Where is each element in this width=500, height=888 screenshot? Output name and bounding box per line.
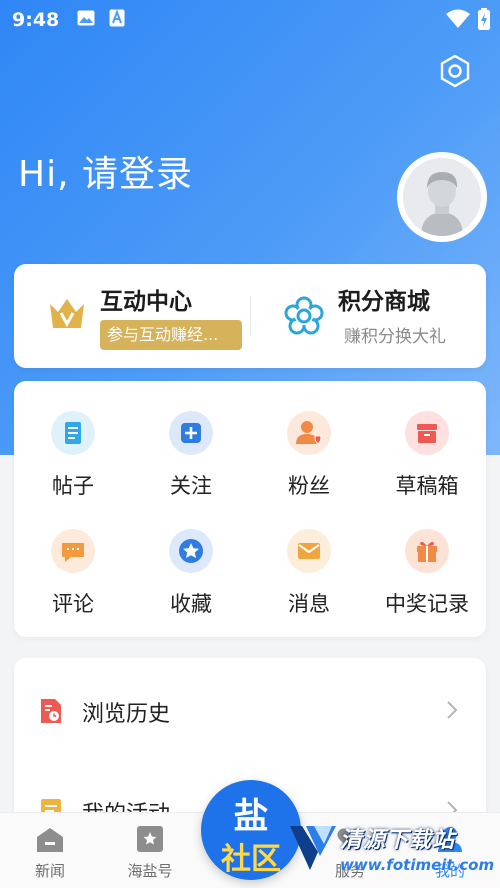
grid-item-favorites[interactable]: 收藏 — [141, 505, 241, 616]
points-mall[interactable]: 积分商城 赚积分换大礼 — [252, 264, 486, 368]
battery-icon — [478, 8, 490, 34]
interaction-center-title: 互动中心 — [100, 289, 192, 315]
haiyan-icon — [136, 825, 164, 857]
grid-item-drafts[interactable]: 草稿箱 — [377, 387, 477, 498]
interaction-center[interactable]: 互动中心 参与互动赚经... — [14, 264, 249, 368]
avatar[interactable] — [397, 152, 487, 242]
gallery-icon — [77, 10, 95, 30]
grid-item-comments[interactable]: 评论 — [23, 505, 123, 616]
points-mall-subtitle: 赚积分换大礼 — [344, 327, 446, 347]
fab-line1: 盐 — [233, 797, 269, 837]
points-mall-title: 积分商城 — [338, 289, 430, 315]
grid-label: 关注 — [170, 474, 212, 498]
salt-community-button[interactable]: 盐 社区 — [201, 780, 301, 880]
shortcut-grid: 帖子 关注 粉丝 草稿箱 评论 收藏 消息 中奖记录 — [14, 381, 486, 637]
posts-icon — [51, 411, 95, 455]
flower-icon — [284, 296, 324, 340]
watermark-url: www.fotimeit.com — [340, 856, 495, 874]
font-a-icon — [109, 9, 125, 31]
list-item-label: 浏览历史 — [82, 702, 171, 727]
grid-item-messages[interactable]: 消息 — [259, 505, 359, 616]
settings-hex-icon — [440, 54, 470, 88]
watermark-logo-icon — [288, 820, 342, 880]
wifi-icon — [446, 9, 470, 33]
grid-item-posts[interactable]: 帖子 — [23, 387, 123, 498]
grid-item-prize-records[interactable]: 中奖记录 — [377, 505, 477, 616]
list-item-history[interactable]: 浏览历史 — [14, 660, 486, 760]
interaction-badge: 参与互动赚经... — [100, 320, 242, 350]
card-divider — [250, 296, 251, 336]
news-icon — [36, 825, 64, 857]
tab-label: 海盐号 — [127, 862, 173, 880]
prize-icon — [405, 529, 449, 573]
tab-haiyan[interactable]: 海盐号 — [100, 813, 200, 888]
login-greeting[interactable]: Hi, 请登录 — [18, 145, 193, 197]
grid-label: 中奖记录 — [385, 592, 469, 616]
favorite-icon — [169, 529, 213, 573]
follow-icon — [169, 411, 213, 455]
status-bar: 9:48 — [0, 0, 500, 40]
grid-label: 收藏 — [170, 592, 212, 616]
grid-item-fans[interactable]: 粉丝 — [259, 387, 359, 498]
grid-label: 评论 — [52, 592, 94, 616]
chevron-right-icon — [446, 700, 458, 724]
fans-icon — [287, 411, 331, 455]
grid-item-follow[interactable]: 关注 — [141, 387, 241, 498]
grid-label: 草稿箱 — [395, 474, 459, 498]
fab-line2: 社区 — [221, 842, 281, 877]
default-avatar-icon — [403, 158, 481, 236]
grid-label: 消息 — [288, 592, 330, 616]
grid-label: 粉丝 — [288, 474, 330, 498]
message-icon — [287, 529, 331, 573]
settings-button[interactable] — [436, 52, 474, 90]
tab-label: 新闻 — [34, 862, 65, 880]
grid-label: 帖子 — [52, 474, 94, 498]
history-icon — [40, 698, 62, 728]
status-time: 9:48 — [12, 9, 60, 31]
tab-news[interactable]: 新闻 — [0, 813, 100, 888]
feature-card: 互动中心 参与互动赚经... 积分商城 赚积分换大礼 — [14, 264, 486, 368]
watermark-text: 清源下载站 — [340, 828, 456, 853]
comment-icon — [51, 529, 95, 573]
site-watermark: 清源下载站 www.fotimeit.com — [288, 818, 495, 884]
drafts-icon — [405, 411, 449, 455]
crown-icon — [48, 296, 86, 336]
